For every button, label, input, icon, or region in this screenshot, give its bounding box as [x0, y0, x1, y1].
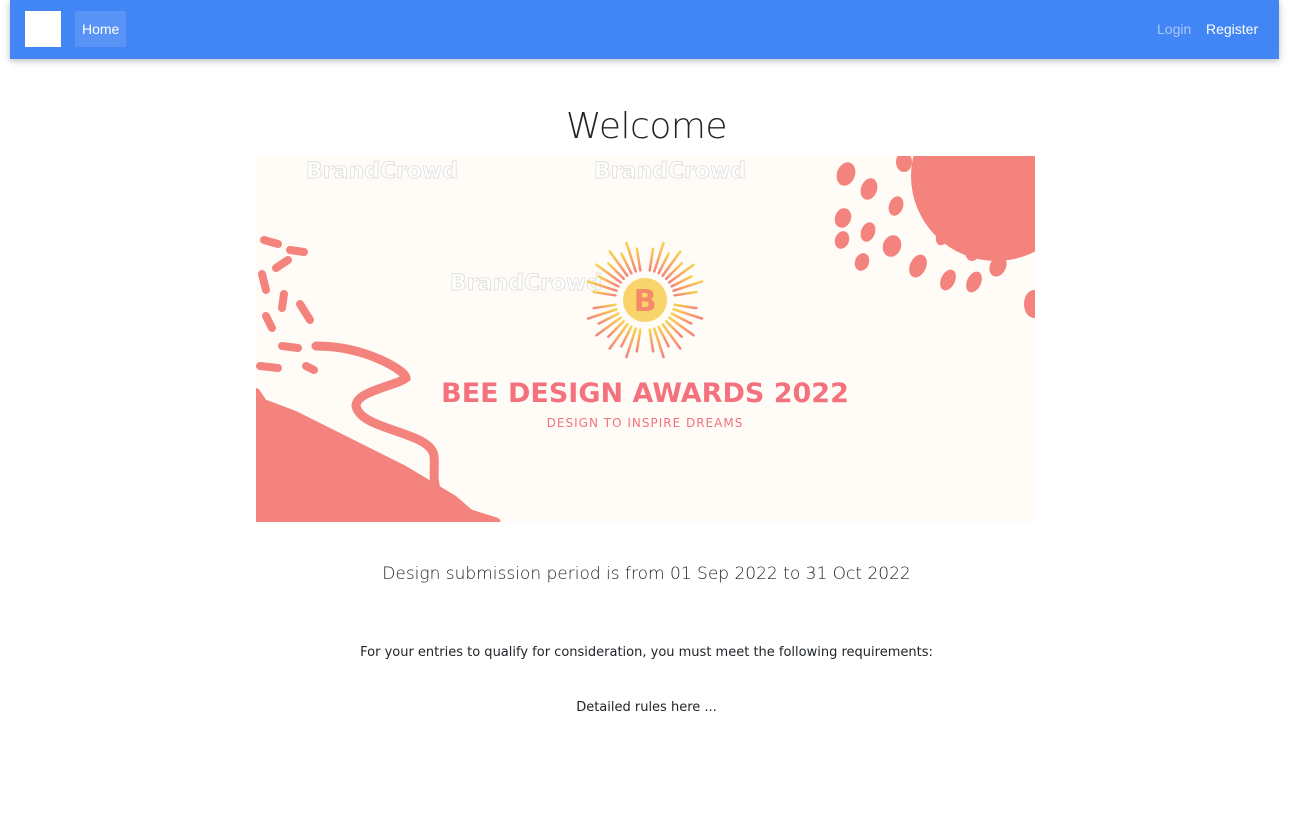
sun-ray	[635, 328, 642, 353]
sun-ray	[648, 328, 655, 353]
requirements-intro-text: For your entries to qualify for consider…	[360, 645, 933, 660]
sun-ray	[592, 303, 617, 310]
banner-watermark: BrandCrowd	[594, 159, 746, 184]
logo-letter: B	[634, 284, 657, 319]
banner-watermark: BrandCrowd	[450, 271, 602, 296]
brand-logo[interactable]	[25, 11, 61, 47]
sun-logo: B	[583, 238, 707, 362]
decor-dashes	[256, 236, 318, 408]
banner-tagline: DESIGN TO INSPIRE DREAMS	[547, 416, 744, 430]
nav-register-link[interactable]: Register	[1206, 11, 1258, 47]
sun-ray	[635, 247, 642, 272]
sun-ray	[648, 247, 655, 272]
sun-ray	[673, 290, 698, 297]
sun-ray	[673, 303, 698, 310]
page-title: Welcome	[565, 106, 728, 147]
nav-login-link[interactable]: Login	[1157, 11, 1191, 47]
banner-watermark: BrandCrowd	[306, 159, 458, 184]
rules-text: Detailed rules here ...	[576, 700, 717, 715]
banner-heading: BEE DESIGN AWARDS 2022	[441, 378, 849, 409]
submission-period-text: Design submission period is from 01 Sep …	[382, 564, 911, 584]
awards-banner-image: BrandCrowd BrandCrowd BrandCrowd B BEE D…	[256, 156, 1035, 522]
top-navbar: Home Login Register	[10, 0, 1279, 59]
nav-home-link[interactable]: Home	[75, 11, 127, 47]
